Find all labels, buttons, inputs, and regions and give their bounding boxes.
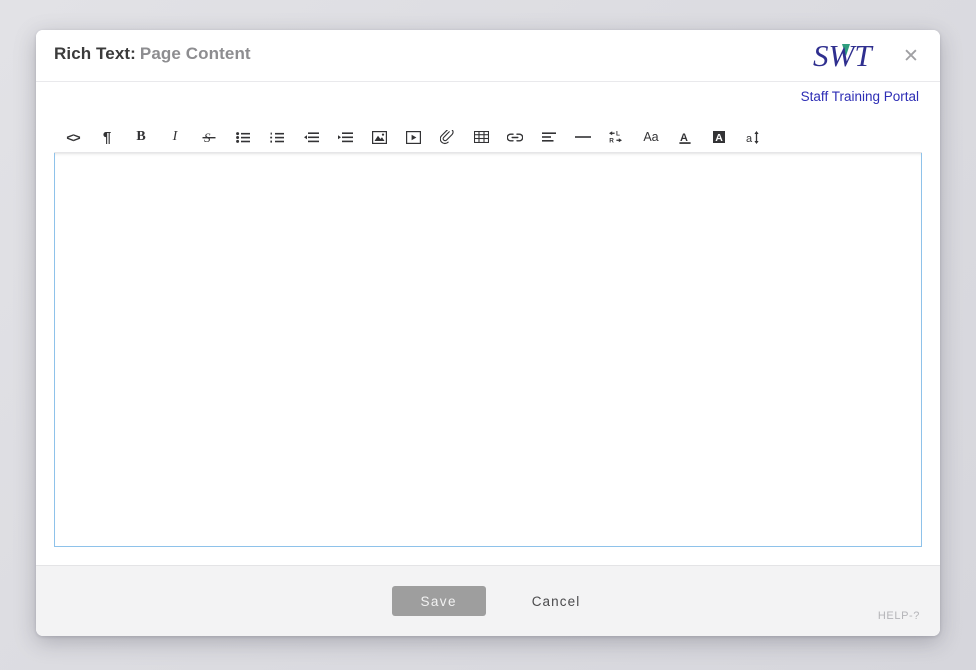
svg-text:L: L	[616, 131, 620, 138]
svg-text:A: A	[715, 132, 723, 144]
dialog-title-field: Page Content	[139, 44, 251, 63]
page-title: Rich Text: Page Content	[54, 44, 251, 64]
swt-logo: SWT	[812, 36, 886, 78]
rich-text-content-area[interactable]	[54, 153, 922, 547]
font-family-icon[interactable]: Aa	[634, 124, 668, 150]
bold-icon[interactable]: B	[124, 124, 158, 150]
text-color-icon[interactable]: A	[668, 124, 702, 150]
indent-icon[interactable]	[328, 124, 362, 150]
cancel-button[interactable]: Cancel	[528, 588, 585, 615]
background-color-icon[interactable]: A	[702, 124, 736, 150]
attach-file-icon[interactable]	[430, 124, 464, 150]
rich-text-editor-dialog: Rich Text: Page Content SWT ✕ Staff Train…	[36, 30, 940, 636]
editor-bottom-spacer	[54, 547, 922, 565]
svg-text:a: a	[746, 133, 753, 145]
font-size-icon[interactable]: a	[736, 124, 770, 150]
unordered-list-icon[interactable]	[226, 124, 260, 150]
svg-text:R: R	[609, 138, 614, 144]
paragraph-icon[interactable]: ¶	[90, 124, 124, 150]
insert-link-icon[interactable]	[498, 124, 532, 150]
italic-icon[interactable]: I	[158, 124, 192, 150]
outdent-icon[interactable]	[294, 124, 328, 150]
svg-text:A: A	[680, 132, 688, 144]
insert-image-icon[interactable]	[362, 124, 396, 150]
svg-text:SWT: SWT	[813, 38, 874, 73]
editor-toolbar: <> ¶ B I S	[54, 122, 922, 153]
close-icon[interactable]: ✕	[902, 47, 920, 66]
dialog-header: Rich Text: Page Content SWT ✕	[36, 30, 940, 82]
source-code-icon[interactable]: <>	[56, 124, 90, 150]
help-link[interactable]: HELP-?	[878, 610, 920, 622]
ordered-list-icon[interactable]	[260, 124, 294, 150]
strikethrough-icon[interactable]: S	[192, 124, 226, 150]
dialog-subheader: Staff Training Portal	[36, 82, 940, 122]
save-button[interactable]: Save	[391, 586, 486, 616]
staff-training-portal-link[interactable]: Staff Training Portal	[801, 89, 919, 104]
insert-video-icon[interactable]	[396, 124, 430, 150]
rich-text-editor: <> ¶ B I S	[54, 122, 922, 565]
text-direction-icon[interactable]: L R	[600, 124, 634, 150]
horizontal-rule-icon[interactable]	[566, 124, 600, 150]
dialog-footer: Save Cancel HELP-?	[36, 565, 940, 636]
align-left-icon[interactable]	[532, 124, 566, 150]
insert-table-icon[interactable]	[464, 124, 498, 150]
dialog-title-prefix: Rich Text:	[54, 44, 136, 63]
